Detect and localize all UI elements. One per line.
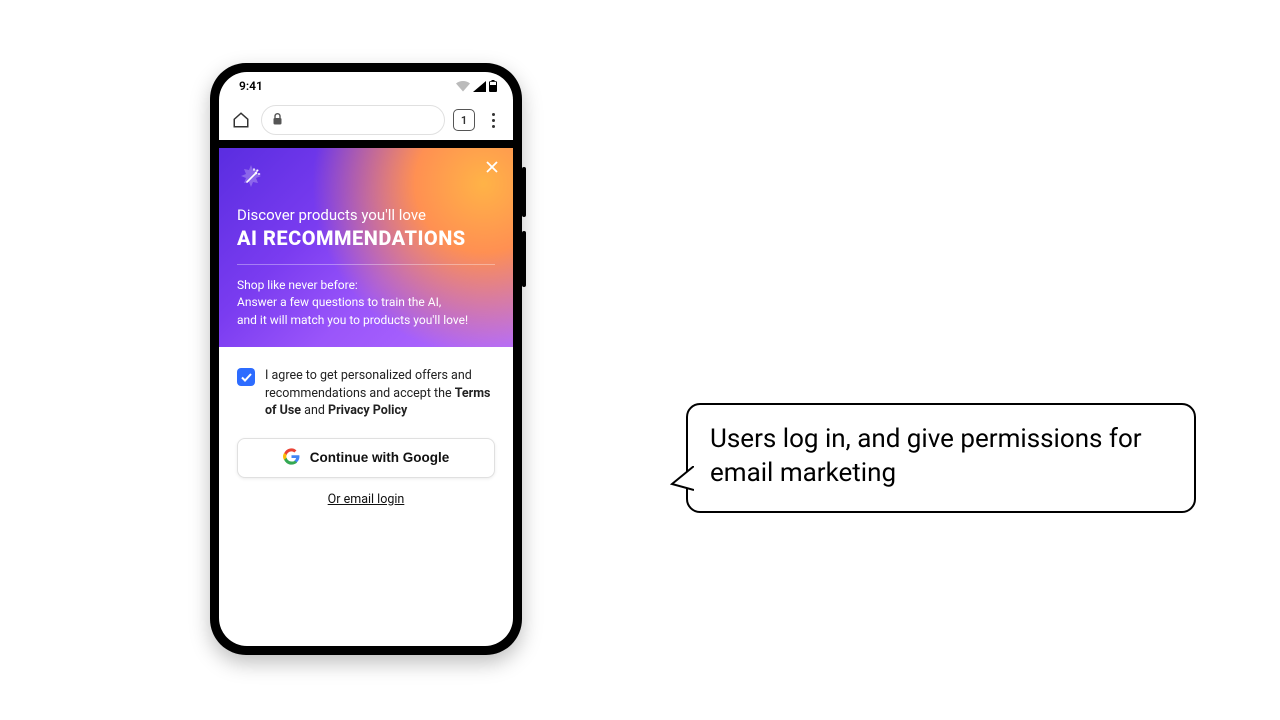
power-button [522,231,526,287]
lock-icon [272,113,283,128]
google-logo-icon [283,448,300,468]
hero-body-line: Answer a few questions to train the AI, [237,294,495,311]
volume-button [522,167,526,217]
continue-with-google-button[interactable]: Continue with Google [237,438,495,478]
magic-wand-icon [237,164,265,192]
annotation-text: Users log in, and give permissions for e… [710,424,1142,488]
consent-and: and [301,403,328,418]
wifi-icon [456,81,470,92]
cellular-signal-icon [473,81,486,92]
consent-pre: I agree to get personalized offers and r… [265,368,472,401]
phone-frame: 9:41 1 [210,63,522,655]
battery-icon [489,80,497,92]
login-section: I agree to get personalized offers and r… [219,347,513,527]
divider-strip [219,140,513,148]
hero-body-line: and it will match you to products you'll… [237,312,495,329]
close-icon[interactable] [483,158,501,176]
status-time: 9:41 [239,79,263,93]
overflow-menu-icon[interactable] [483,113,503,128]
hero-body-line: Shop like never before: [237,277,495,294]
status-icons [456,80,497,92]
hero-body: Shop like never before: Answer a few que… [237,277,495,329]
privacy-link[interactable]: Privacy Policy [328,403,407,418]
google-button-label: Continue with Google [310,450,449,465]
phone-screen: 9:41 1 [219,72,513,646]
email-login-link[interactable]: Or email login [328,492,405,507]
home-icon[interactable] [229,108,253,132]
tab-count-button[interactable]: 1 [453,109,475,131]
status-bar: 9:41 [219,72,513,100]
hero-divider [237,264,495,265]
consent-row: I agree to get personalized offers and r… [237,367,495,420]
consent-checkbox[interactable] [237,368,255,386]
annotation-bubble: Users log in, and give permissions for e… [686,403,1196,513]
email-login-row: Or email login [237,492,495,507]
hero-title: AI RECOMMENDATIONS [237,226,495,250]
hero-subtitle: Discover products you'll love [237,206,495,224]
consent-text: I agree to get personalized offers and r… [265,367,495,420]
browser-toolbar: 1 [219,100,513,140]
hero-card: Discover products you'll love AI RECOMME… [219,148,513,347]
address-bar[interactable] [261,105,445,135]
